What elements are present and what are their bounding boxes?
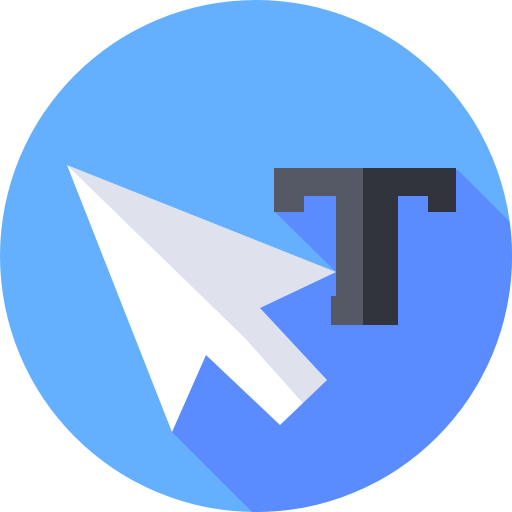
icon-canvas <box>0 0 512 512</box>
text-cursor-pointer-icon <box>0 0 512 512</box>
